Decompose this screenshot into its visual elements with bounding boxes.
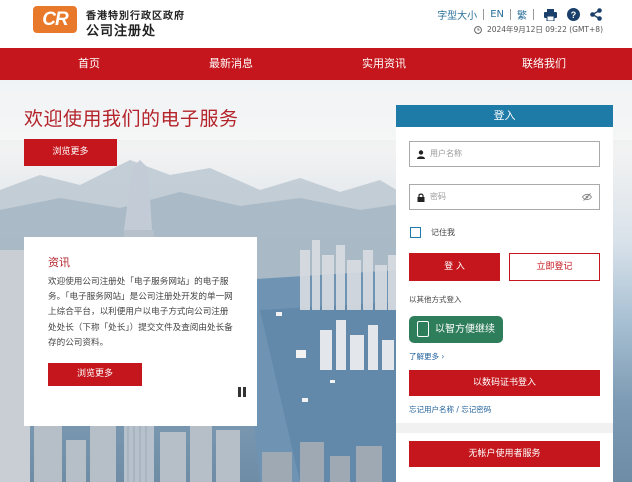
help-icon[interactable]: ?: [567, 8, 580, 21]
panel-divider: [396, 423, 613, 433]
mobile-phone-icon: [417, 321, 429, 337]
login-panel: 登入 用户名称 密码 记住我 登 入 立即登记 以其他方式登入 以智方便继续 了…: [396, 105, 613, 482]
cr-logo[interactable]: CR: [33, 6, 77, 33]
org-name-line2: 公司注册处: [86, 24, 157, 39]
learn-more-link[interactable]: 了解更多 ›: [409, 351, 444, 362]
remember-me-checkbox[interactable]: [410, 227, 421, 238]
news-card: 资讯 欢迎使用公司注册处「电子服务网站」的电子服务。「电子服务网站」是公司注册处…: [24, 237, 257, 426]
font-size-link[interactable]: 字型大小: [431, 7, 483, 22]
language-tc-link[interactable]: 繁: [511, 7, 533, 22]
divider: [533, 9, 534, 20]
svg-text:?: ?: [571, 10, 577, 20]
clock-icon: [474, 25, 482, 34]
hero-title: 欢迎使用我们的电子服务: [24, 108, 239, 130]
username-field[interactable]: 用户名称: [409, 141, 600, 167]
forgot-credentials-link[interactable]: 忘记用户名称 / 忘记密码: [409, 404, 491, 415]
main-nav: 首页 最新消息 实用资讯 联络我们: [0, 48, 632, 80]
datetime-text: 2024年9月12日 09:22 (GMT+8): [486, 25, 603, 34]
pause-icon[interactable]: [237, 387, 247, 397]
news-browse-more-button[interactable]: 浏览更多: [48, 363, 142, 386]
iam-smart-label: 以智方便继续: [435, 324, 495, 335]
hero-browse-more-button[interactable]: 浏览更多: [24, 139, 117, 166]
current-datetime: 2024年9月12日 09:22 (GMT+8): [474, 24, 603, 35]
user-icon: [417, 150, 425, 159]
news-body: 欢迎使用公司注册处「电子服务网站」的电子服务。「电子服务网站」是公司注册处开发的…: [48, 277, 233, 348]
password-placeholder: 密码: [430, 192, 446, 201]
header-tools: 字型大小 EN 繁 ?: [431, 7, 602, 22]
lock-icon: [417, 193, 425, 202]
news-heading: 资讯: [48, 256, 70, 269]
login-button[interactable]: 登 入: [409, 253, 500, 281]
login-heading: 登入: [396, 105, 613, 127]
nav-item-home[interactable]: 首页: [0, 48, 178, 80]
digital-cert-login-button[interactable]: 以数码证书登入: [409, 370, 600, 396]
nav-item-resources[interactable]: 实用资讯: [284, 48, 484, 80]
iam-smart-button[interactable]: 以智方便继续: [409, 316, 503, 343]
nav-item-contact[interactable]: 联络我们: [484, 48, 604, 80]
username-placeholder: 用户名称: [430, 149, 462, 158]
share-icon[interactable]: [590, 8, 602, 21]
language-en-link[interactable]: EN: [484, 9, 510, 20]
no-account-service-button[interactable]: 无帐户使用者服务: [409, 441, 600, 467]
other-login-methods-label: 以其他方式登入: [409, 295, 462, 304]
hide-password-icon[interactable]: [582, 193, 592, 201]
hero-banner: 欢迎使用我们的电子服务 浏览更多 资讯 欢迎使用公司注册处「电子服务网站」的电子…: [0, 80, 632, 482]
top-header: CR 香港特別行政区政府 公司注册处 字型大小 EN 繁 ? 2024年9月12…: [0, 0, 632, 48]
password-field[interactable]: 密码: [409, 184, 600, 210]
register-button[interactable]: 立即登记: [509, 253, 600, 281]
remember-me: 记住我: [410, 227, 455, 238]
nav-item-news[interactable]: 最新消息: [178, 48, 284, 80]
remember-me-label: 记住我: [431, 228, 455, 237]
print-icon[interactable]: [544, 8, 557, 21]
